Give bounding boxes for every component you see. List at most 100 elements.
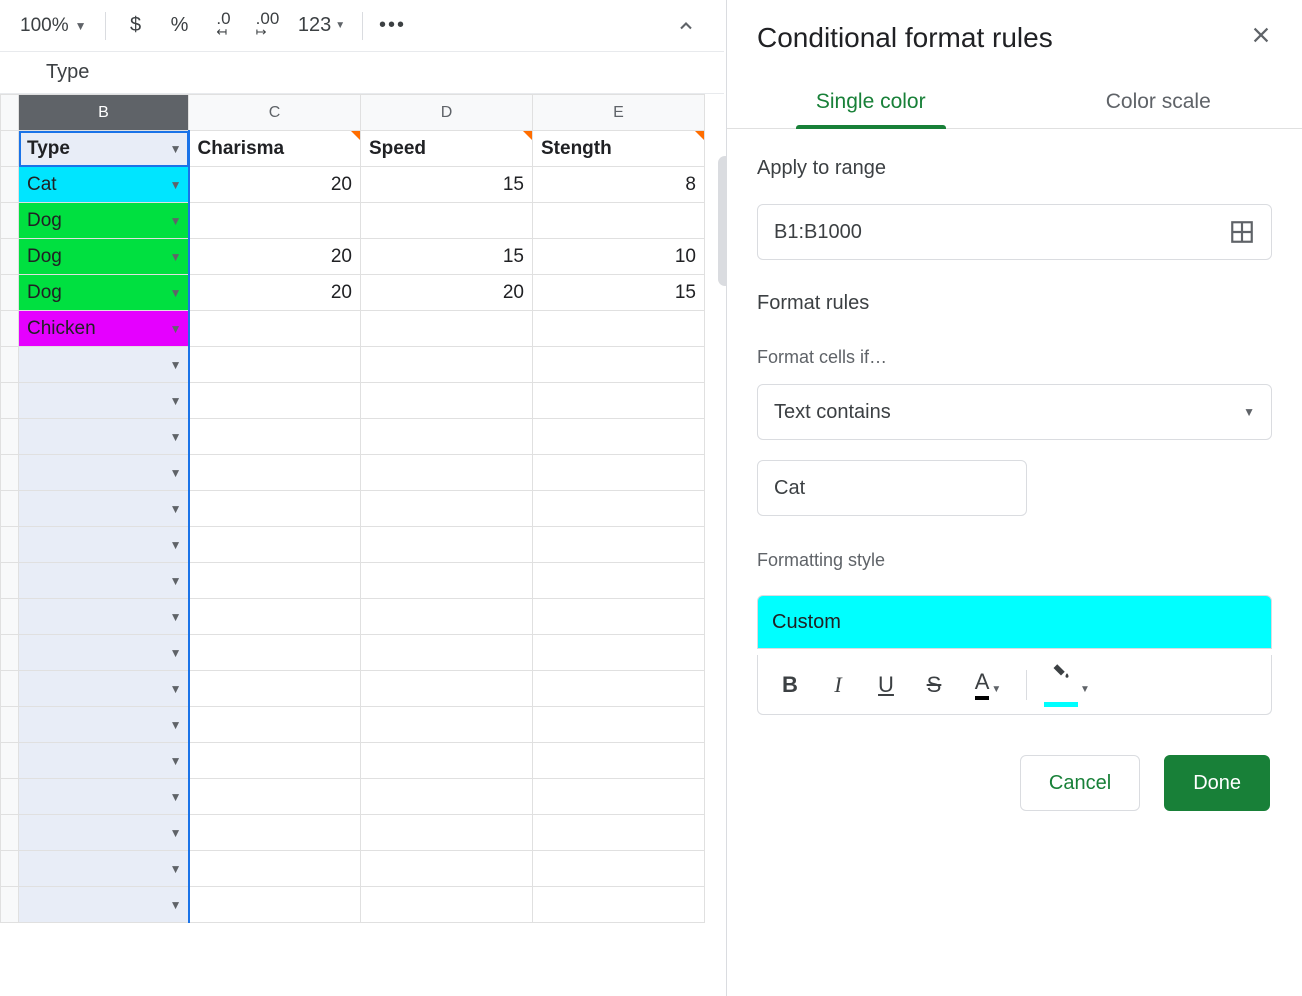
spreadsheet-grid[interactable]: B C D E Type▼CharismaSpeedStengthCat▼201… [0,94,705,923]
cell[interactable] [533,635,705,671]
cell[interactable]: Chicken▼ [19,311,189,347]
strikethrough-button[interactable]: S [912,665,956,705]
cell[interactable] [533,491,705,527]
cell[interactable] [533,347,705,383]
row-header[interactable] [1,779,19,815]
tab-color-scale[interactable]: Color scale [1015,74,1302,128]
range-input[interactable]: B1:B1000 [757,204,1272,260]
cancel-button[interactable]: Cancel [1020,755,1140,811]
row-header[interactable] [1,491,19,527]
data-validation-dropdown-icon[interactable]: ▼ [170,826,182,840]
currency-button[interactable]: $ [116,8,156,44]
cell[interactable] [533,311,705,347]
cell[interactable] [361,383,533,419]
row-header[interactable] [1,599,19,635]
cell[interactable]: ▼ [19,707,189,743]
cell[interactable]: 15 [533,275,705,311]
cell[interactable] [189,419,361,455]
row-header[interactable] [1,131,19,167]
fill-color-button[interactable]: ▼ [1037,665,1097,705]
cell[interactable] [189,707,361,743]
more-toolbar-button[interactable]: ••• [373,8,413,44]
data-validation-dropdown-icon[interactable]: ▼ [170,898,182,912]
cell[interactable]: ▼ [19,743,189,779]
data-validation-dropdown-icon[interactable]: ▼ [170,790,182,804]
cell[interactable]: Dog▼ [19,239,189,275]
col-header-C[interactable]: C [189,95,361,131]
cell[interactable]: ▼ [19,851,189,887]
row-header[interactable] [1,527,19,563]
cell[interactable] [361,203,533,239]
cell[interactable] [189,779,361,815]
cell[interactable] [361,707,533,743]
tab-single-color[interactable]: Single color [727,74,1015,128]
collapse-toolbar-button[interactable] [666,8,706,44]
decrease-decimal-button[interactable]: .0↤ [204,8,244,44]
cell[interactable]: ▼ [19,455,189,491]
cell[interactable] [361,851,533,887]
row-header[interactable] [1,635,19,671]
filter-dropdown-icon[interactable]: ▼ [170,142,182,156]
number-format-dropdown[interactable]: 123 ▼ [292,8,352,44]
cell[interactable] [189,743,361,779]
cell[interactable]: ▼ [19,779,189,815]
note-indicator-icon[interactable] [695,131,704,140]
row-header[interactable] [1,311,19,347]
cell[interactable]: ▼ [19,671,189,707]
data-validation-dropdown-icon[interactable]: ▼ [170,286,182,300]
formula-bar[interactable]: fx Type [0,52,724,94]
condition-dropdown[interactable]: Text contains ▼ [757,384,1272,440]
cell[interactable] [189,563,361,599]
col-header-E[interactable]: E [533,95,705,131]
cell[interactable]: 20 [189,167,361,203]
cell[interactable]: 20 [189,275,361,311]
data-validation-dropdown-icon[interactable]: ▼ [170,178,182,192]
cell[interactable]: ▼ [19,491,189,527]
data-validation-dropdown-icon[interactable]: ▼ [170,502,182,516]
italic-button[interactable]: I [816,665,860,705]
row-header[interactable] [1,419,19,455]
note-indicator-icon[interactable] [523,131,532,140]
cell[interactable]: 8 [533,167,705,203]
cell[interactable]: ▼ [19,419,189,455]
zoom-dropdown[interactable]: 100% ▼ [12,9,95,43]
cell[interactable] [533,203,705,239]
cell[interactable] [189,887,361,923]
row-header[interactable] [1,239,19,275]
cell[interactable] [189,815,361,851]
cell[interactable] [533,383,705,419]
row-header[interactable] [1,455,19,491]
cell[interactable]: ▼ [19,563,189,599]
cell[interactable]: ▼ [19,347,189,383]
style-preview[interactable]: Custom [757,595,1272,649]
cell[interactable] [189,347,361,383]
data-validation-dropdown-icon[interactable]: ▼ [170,862,182,876]
data-validation-dropdown-icon[interactable]: ▼ [170,250,182,264]
data-validation-dropdown-icon[interactable]: ▼ [170,574,182,588]
cell[interactable] [361,491,533,527]
cell[interactable]: ▼ [19,527,189,563]
cell[interactable] [533,419,705,455]
cell[interactable] [533,815,705,851]
cell[interactable] [189,311,361,347]
cell[interactable] [533,455,705,491]
text-color-button[interactable]: A ▼ [960,665,1016,705]
cell[interactable] [361,599,533,635]
increase-decimal-button[interactable]: .00↦ [248,8,288,44]
cell[interactable] [533,563,705,599]
cell[interactable]: Stength [533,131,705,167]
cell[interactable]: Type▼ [19,131,189,167]
row-header[interactable] [1,671,19,707]
data-validation-dropdown-icon[interactable]: ▼ [170,358,182,372]
cell[interactable]: ▼ [19,815,189,851]
data-validation-dropdown-icon[interactable]: ▼ [170,430,182,444]
cell[interactable]: ▼ [19,383,189,419]
cell[interactable] [533,707,705,743]
cell[interactable] [189,599,361,635]
cell[interactable] [189,671,361,707]
data-validation-dropdown-icon[interactable]: ▼ [170,646,182,660]
data-validation-dropdown-icon[interactable]: ▼ [170,718,182,732]
note-indicator-icon[interactable] [351,131,360,140]
bold-button[interactable]: B [768,665,812,705]
row-header[interactable] [1,887,19,923]
